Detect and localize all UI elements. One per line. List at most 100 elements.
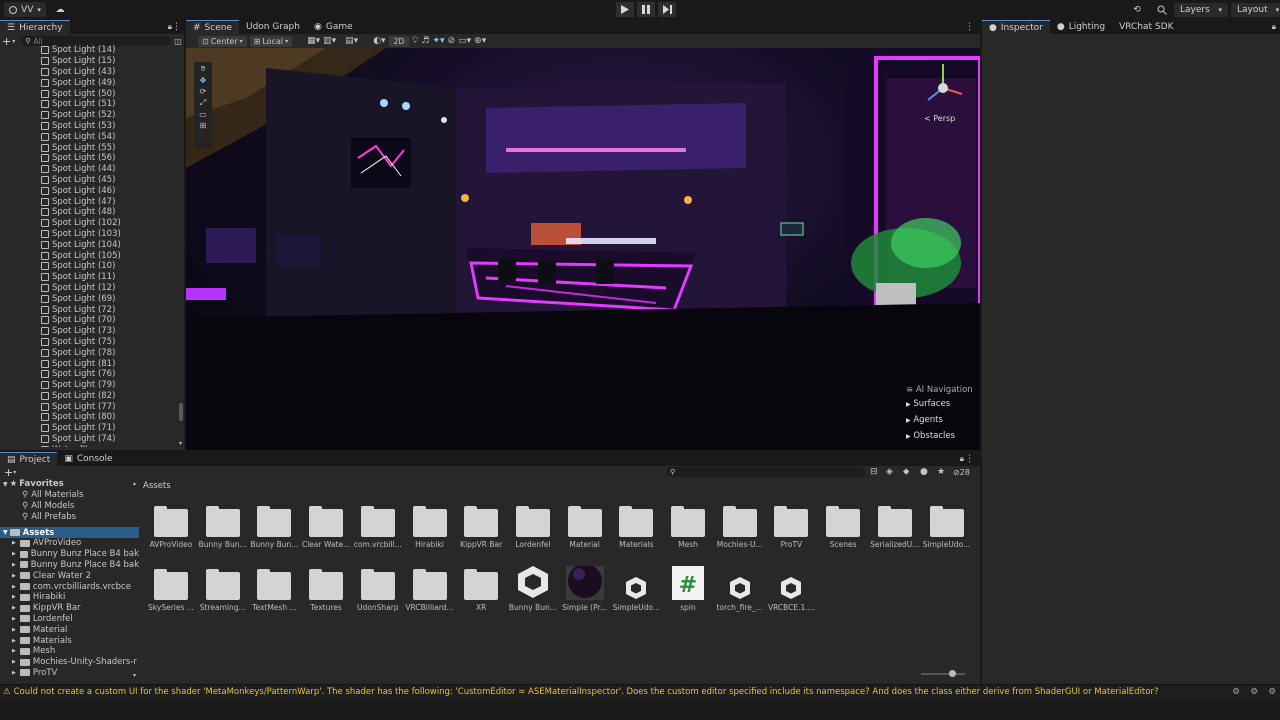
asset-item[interactable]: TextMesh ... [249,566,299,612]
folder-tree-item[interactable]: ▶ Clear Water 2 [0,570,139,581]
ai-nav-surfaces[interactable]: ▶ Surfaces [906,399,980,409]
breadcrumb[interactable]: Assets [143,481,171,491]
asset-item[interactable]: Mochies-U... [715,503,765,549]
hierarchy-item[interactable]: Spot Light (44) [0,164,178,175]
chevron-right-icon[interactable]: ▶ [12,562,16,568]
step-button[interactable] [658,2,676,17]
folder-tree-item[interactable]: ▶ Hirabiki [0,592,139,603]
hierarchy-item[interactable]: Spot Light (69) [0,293,178,304]
hierarchy-item[interactable]: Spot Light (55) [0,142,178,153]
shading-mode-icon[interactable]: ◐▾ [373,36,385,46]
chevron-right-icon[interactable]: ▶ [12,627,16,633]
hierarchy-item[interactable]: Spot Light (104) [0,239,178,250]
account-dropdown[interactable]: VV ▾ [4,2,46,17]
folder-tree-item[interactable]: ▶ Material [0,624,139,635]
orientation-gizmo[interactable]: < Persp [910,58,976,132]
hierarchy-item[interactable]: Spot Light (50) [0,88,178,99]
status-bar[interactable]: ⚠ Could not create a custom UI for the s… [0,684,1280,699]
menu-icon[interactable]: ⋮ [965,22,974,32]
hierarchy-item[interactable]: Spot Light (10) [0,261,178,272]
hierarchy-item[interactable]: Water Plane [0,444,178,447]
menu-icon[interactable]: ⋮ [172,22,181,32]
account-status-icon[interactable]: ⚙ [1268,687,1276,697]
asset-item[interactable]: com.vrcbill... [353,503,403,549]
asset-item[interactable]: Mesh [663,503,713,549]
space-dropdown[interactable]: ⊞ Local ▾ [249,35,293,47]
tab-udon-graph[interactable]: Udon Graph [239,20,307,34]
tab-project[interactable]: ▤ Project [0,452,58,466]
asset-item[interactable]: Scenes [818,503,868,549]
asset-item[interactable]: Streaming... [198,566,248,612]
asset-item[interactable]: ProTV [766,503,816,549]
hierarchy-item[interactable]: Spot Light (56) [0,153,178,164]
chevron-right-icon[interactable]: ▶ [12,638,16,644]
hierarchy-item[interactable]: Spot Light (81) [0,358,178,369]
asset-item[interactable]: Bunny Bun... [249,503,299,549]
chevron-right-icon[interactable]: ▶ [12,584,16,590]
hierarchy-item[interactable]: Spot Light (70) [0,315,178,326]
hierarchy-item[interactable]: Spot Light (48) [0,207,178,218]
hierarchy-item[interactable]: Spot Light (12) [0,283,178,294]
asset-item[interactable]: SimpleUdo... [922,503,972,549]
chevron-down-icon[interactable]: ▾ [13,469,16,476]
scene-viewport[interactable]: ✋︎ ✥ ⟳ ⤢ ▭ ⊞ < Persp ≡ AI Navigation ▶ S… [186,48,980,450]
menu-icon[interactable]: ⋮ [965,454,974,464]
hierarchy-item[interactable]: Spot Light (49) [0,77,178,88]
chevron-right-icon[interactable]: ▶ [12,659,16,665]
asset-item[interactable]: UdonSharp [353,566,403,612]
hierarchy-item[interactable]: Spot Light (52) [0,110,178,121]
hierarchy-item[interactable]: Spot Light (79) [0,380,178,391]
hierarchy-item[interactable]: Spot Light (47) [0,196,178,207]
asset-item[interactable]: SimpleUdo... [611,566,661,612]
add-icon[interactable]: + [4,466,13,479]
hierarchy-item[interactable]: Spot Light (43) [0,67,178,78]
hierarchy-item[interactable]: Spot Light (45) [0,175,178,186]
folder-tree-item[interactable]: ▶ Lordenfel [0,614,139,625]
chevron-right-icon[interactable]: ▶ [12,648,16,654]
hierarchy-item[interactable]: Spot Light (46) [0,185,178,196]
star-icon[interactable]: ★ [937,467,945,477]
hierarchy-item[interactable]: Spot Light (15) [0,56,178,67]
tab-inspector[interactable]: ● Inspector [982,20,1050,34]
layers-dropdown[interactable]: Layers ▾ [1174,3,1228,17]
hidden-objects-icon[interactable]: ⊘ [448,36,456,46]
hierarchy-item[interactable]: Spot Light (54) [0,131,178,142]
hierarchy-scrollbar[interactable] [179,403,183,421]
favorite-item[interactable]: ⚲ All Prefabs [0,511,139,522]
hierarchy-item[interactable]: Spot Light (102) [0,218,178,229]
gizmos-icon[interactable]: ⊕▾ [474,36,486,46]
camera-icon[interactable]: ▭▾ [458,36,471,46]
tab-lighting[interactable]: ● Lighting [1050,20,1112,34]
assets-root[interactable]: ▼ Assets [0,527,139,538]
asset-item[interactable]: Material [560,503,610,549]
folder-tree-item[interactable]: ▶ Bunny Bunz Place B4 bak [0,549,139,560]
package-icon[interactable]: ● [920,467,928,477]
asset-item[interactable]: Hirabiki [405,503,455,549]
asset-item[interactable]: Textures [301,566,351,612]
chevron-right-icon[interactable]: ▶ [12,670,16,676]
search-icon[interactable] [1153,2,1171,17]
hand-tool-icon[interactable]: ✋︎ [201,64,206,74]
lighting-toggle-icon[interactable]: 💡︎ [412,36,418,46]
folder-tree-item[interactable]: ▶ KippVR Bar [0,603,139,614]
asset-item[interactable]: SkySeries ... [146,566,196,612]
scroll-down-icon[interactable]: ▾ [133,672,136,679]
debug-icon[interactable]: ⚙ [1232,687,1240,697]
hierarchy-item[interactable]: Spot Light (74) [0,434,178,445]
folder-tree-item[interactable]: ▶ Materials [0,635,139,646]
hierarchy-item[interactable]: Spot Light (80) [0,412,178,423]
folder-tree-item[interactable]: ▶ Bunny Bunz Place B4 bak [0,560,139,571]
asset-item[interactable]: Lordenfel [508,503,558,549]
move-tool-icon[interactable]: ✥ [200,76,207,85]
search-type-icon[interactable]: ⊟ [870,467,878,477]
folder-tree-item[interactable]: ▶ com.vrcbilliards.vrcbce [0,581,139,592]
chevron-right-icon[interactable]: ▶ [12,594,16,600]
zoom-slider[interactable] [921,673,965,675]
chevron-right-icon[interactable]: ▶ [12,540,16,546]
asset-item[interactable]: AVProVideo [146,503,196,549]
hierarchy-item[interactable]: Spot Light (76) [0,369,178,380]
asset-item[interactable]: Materials [611,503,661,549]
folder-tree-item[interactable]: ▶ ProTV [0,668,139,679]
asset-item[interactable]: Bunny Bun... [508,566,558,612]
hierarchy-item[interactable]: Spot Light (51) [0,99,178,110]
